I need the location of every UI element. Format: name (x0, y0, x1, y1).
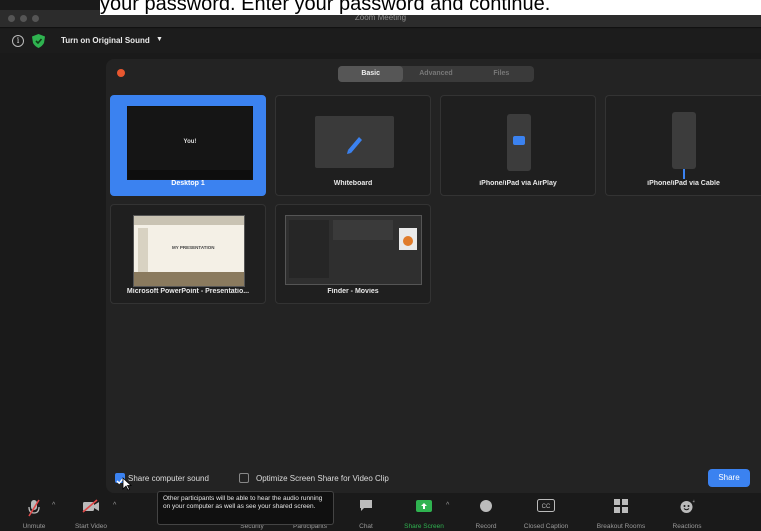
iphone-icon (507, 114, 531, 171)
optimize-video-label[interactable]: Optimize Screen Share for Video Clip (256, 474, 389, 483)
record-button[interactable]: Record (467, 493, 505, 531)
toolbar-label: Share Screen (404, 523, 444, 530)
toolbar-label: Unmute (22, 523, 46, 530)
optimize-video-checkbox[interactable] (239, 473, 249, 483)
finder-sidebar (289, 220, 329, 278)
tab-files[interactable]: Files (469, 66, 534, 82)
video-options-caret-icon[interactable]: ^ (113, 502, 116, 509)
dialog-close-button[interactable] (117, 69, 125, 77)
toolbar-label: Closed Caption (523, 523, 569, 530)
svg-text:CC: CC (542, 504, 551, 510)
powerpoint-thumbnail: MY PRESENTATION (133, 215, 245, 287)
breakout-rooms-icon (614, 499, 628, 513)
whiteboard-thumbnail (315, 116, 394, 168)
chat-button[interactable]: Chat (347, 493, 385, 531)
share-tile-whiteboard[interactable]: Whiteboard (275, 95, 431, 196)
vlc-cone-icon (403, 236, 413, 246)
share-tile-cable[interactable]: iPhone/iPad via Cable (605, 95, 761, 196)
share-tile-finder[interactable]: Finder - Movies (275, 204, 431, 304)
toolbar-label: Start Video (74, 523, 108, 530)
tile-label: Whiteboard (333, 180, 373, 187)
audio-options-caret-icon[interactable]: ^ (52, 502, 55, 509)
tile-label: Desktop 1 (171, 180, 205, 187)
iphone-icon (672, 112, 696, 179)
encryption-shield-icon[interactable] (32, 34, 45, 48)
original-sound-toggle[interactable]: Turn on Original Sound (61, 36, 150, 45)
tile-label: iPhone/iPad via Cable (647, 180, 720, 187)
cable-icon (683, 169, 685, 179)
muted-mic-icon (28, 499, 40, 517)
zoom-window: your password. Enter your password and c… (0, 0, 761, 531)
ppt-slide-panel (138, 228, 148, 272)
record-icon (480, 500, 492, 512)
tab-basic[interactable]: Basic (338, 66, 404, 82)
mouse-cursor-icon (122, 477, 132, 491)
share-sound-tooltip: Other participants will be able to hear … (157, 491, 334, 525)
toolbar-label: Breakout Rooms (596, 523, 646, 530)
thumbnail-toolbar (128, 170, 252, 179)
info-icon[interactable]: i (12, 35, 24, 47)
svg-text:+: + (693, 499, 695, 505)
share-screen-dialog: Basic Advanced Files You! Desktop 1 Whit… (106, 59, 761, 493)
tile-label: Microsoft PowerPoint - Presentatio... (126, 288, 250, 295)
breakout-rooms-button[interactable]: Breakout Rooms (588, 493, 654, 531)
share-options-caret-icon[interactable]: ^ (446, 502, 449, 509)
meeting-controls-bar: Unmute ^ Start Video ^ Security Particip… (0, 493, 761, 531)
reactions-button[interactable]: + Reactions (664, 493, 710, 531)
share-tabs: Basic Advanced Files (338, 66, 534, 82)
cc-icon: CC (537, 499, 555, 512)
finder-list (333, 220, 393, 240)
pencil-icon (347, 137, 362, 154)
share-sound-label[interactable]: Share computer sound (128, 474, 209, 483)
reactions-icon: + (680, 499, 695, 513)
unmute-button[interactable]: Unmute (14, 493, 54, 531)
meeting-top-bar: i Turn on Original Sound ▼ (0, 29, 761, 53)
start-video-button[interactable]: Start Video (66, 493, 116, 531)
finder-thumbnail (285, 215, 422, 285)
ppt-slide-band (134, 272, 244, 286)
toolbar-label: Reactions (672, 523, 702, 530)
chat-icon (360, 500, 372, 511)
closed-caption-button[interactable]: CC Closed Caption (516, 493, 576, 531)
toolbar-label: Record (475, 523, 497, 530)
desktop-thumbnail: You! (127, 106, 253, 180)
toolbar-label: Chat (359, 523, 373, 530)
tile-label: iPhone/iPad via AirPlay (479, 180, 557, 187)
share-tile-airplay[interactable]: iPhone/iPad via AirPlay (440, 95, 596, 196)
video-off-icon (82, 499, 99, 513)
share-tile-desktop[interactable]: You! Desktop 1 (110, 95, 266, 196)
share-screen-button[interactable]: Share Screen (396, 493, 452, 531)
ppt-slide-title: MY PRESENTATION (172, 245, 215, 250)
tab-advanced[interactable]: Advanced (403, 66, 468, 82)
tile-label: Finder - Movies (327, 288, 379, 295)
chevron-down-icon[interactable]: ▼ (156, 36, 163, 43)
ppt-ribbon (134, 216, 244, 225)
share-screen-icon (416, 500, 432, 512)
overlay-caption: your password. Enter your password and c… (100, 0, 761, 15)
airplay-icon (513, 136, 525, 145)
share-tile-powerpoint[interactable]: MY PRESENTATION Microsoft PowerPoint - P… (110, 204, 266, 304)
share-button[interactable]: Share (708, 469, 750, 487)
desktop-thumbnail-text: You! (183, 139, 197, 145)
